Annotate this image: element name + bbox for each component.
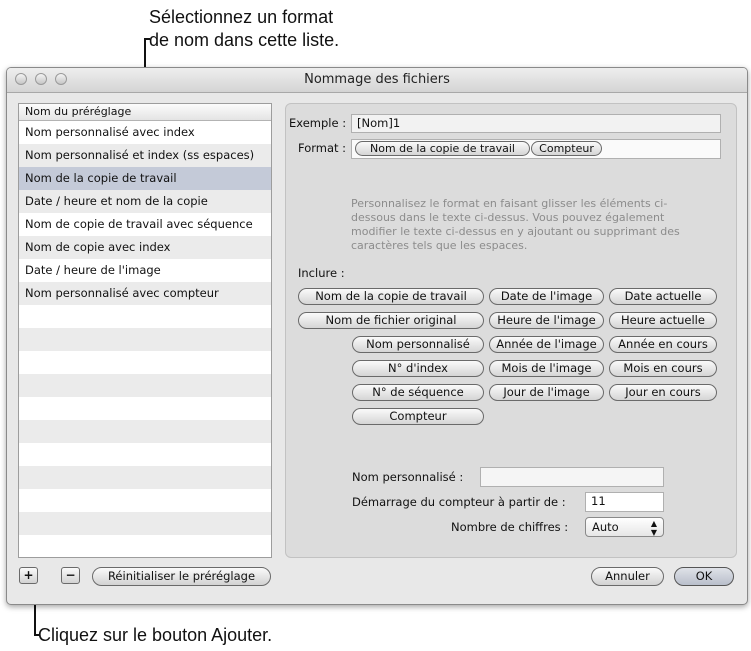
token-version-name[interactable]: Nom de la copie de travail <box>298 288 484 305</box>
format-label: Format : <box>298 141 347 155</box>
counter-start-label: Démarrage du compteur à partir de : <box>352 495 566 509</box>
preset-item[interactable]: Date / heure de l'image <box>19 259 271 282</box>
token-image-time[interactable]: Heure de l'image <box>489 312 604 329</box>
token-sequence-number[interactable]: N° de séquence <box>352 384 484 401</box>
token-index-number[interactable]: N° d'index <box>352 360 484 377</box>
callout-add-button: Cliquez sur le bouton Ajouter. <box>38 625 273 645</box>
example-label: Exemple : <box>289 116 347 130</box>
token-original-filename[interactable]: Nom de fichier original <box>298 312 484 329</box>
token-image-month[interactable]: Mois de l'image <box>489 360 604 377</box>
token-image-day[interactable]: Jour de l'image <box>489 384 604 401</box>
title-bar: Nommage des fichiers <box>7 68 747 93</box>
token-current-time[interactable]: Heure actuelle <box>609 312 717 329</box>
token-image-year[interactable]: Année de l'image <box>489 336 604 353</box>
token-image-date[interactable]: Date de l'image <box>489 288 604 305</box>
preset-item[interactable]: Nom de copie de travail avec séquence <box>19 213 271 236</box>
naming-window: Nommage des fichiers Nom du préréglage N… <box>6 67 748 605</box>
format-token-counter[interactable]: Compteur <box>531 141 602 156</box>
digits-select[interactable]: Auto ▲ ▼ <box>585 517 664 537</box>
leader-line-top-tick <box>144 38 150 40</box>
token-current-year[interactable]: Année en cours <box>609 336 717 353</box>
callout-select-format: Sélectionnez un format de nom dans cette… <box>149 6 339 52</box>
preset-item[interactable]: Nom personnalisé avec index <box>19 121 271 144</box>
cancel-button[interactable]: Annuler <box>591 567 664 586</box>
callout-top-line1: Sélectionnez un format <box>149 7 334 27</box>
format-hint: Personnalisez le format en faisant gliss… <box>351 197 680 252</box>
token-counter[interactable]: Compteur <box>352 408 484 425</box>
preset-item[interactable]: Nom personnalisé et index (ss espaces) <box>19 144 271 167</box>
preset-list-header[interactable]: Nom du préréglage <box>19 104 271 121</box>
ok-button[interactable]: OK <box>674 567 734 586</box>
leader-line-bottom-tick <box>34 634 40 636</box>
add-preset-button[interactable]: + <box>19 567 38 584</box>
custom-name-input[interactable] <box>480 467 664 487</box>
counter-start-input[interactable]: 11 <box>585 492 664 512</box>
custom-name-label: Nom personnalisé : <box>352 470 464 484</box>
preset-item[interactable]: Nom personnalisé avec compteur <box>19 282 271 305</box>
token-current-date[interactable]: Date actuelle <box>609 288 717 305</box>
token-current-month[interactable]: Mois en cours <box>609 360 717 377</box>
preset-item-selected[interactable]: Nom de la copie de travail <box>19 167 271 190</box>
reset-preset-button[interactable]: Réinitialiser le préréglage <box>92 567 271 586</box>
preset-item[interactable]: Nom de copie avec index <box>19 236 271 259</box>
digits-select-value: Auto <box>592 520 619 534</box>
preset-item[interactable]: Date / heure et nom de la copie <box>19 190 271 213</box>
preset-rows: Nom personnalisé avec index Nom personna… <box>19 121 271 557</box>
callout-top-line2: de nom dans cette liste. <box>149 30 340 50</box>
updown-arrows-icon: ▲ ▼ <box>650 519 657 537</box>
remove-preset-button[interactable]: − <box>61 567 80 584</box>
format-panel: Exemple : [Nom]1 Format : Nom de la copi… <box>285 103 737 558</box>
digits-label: Nombre de chiffres : <box>451 520 569 534</box>
include-label: Inclure : <box>298 266 345 280</box>
example-field: [Nom]1 <box>351 114 721 133</box>
preset-list[interactable]: Nom du préréglage Nom personnalisé avec … <box>18 103 272 558</box>
format-field[interactable]: Nom de la copie de travail Compteur <box>351 139 721 159</box>
token-current-day[interactable]: Jour en cours <box>609 384 717 401</box>
format-token-version-name[interactable]: Nom de la copie de travail <box>355 141 530 156</box>
token-custom-name[interactable]: Nom personnalisé <box>352 336 484 353</box>
window-title: Nommage des fichiers <box>304 72 450 87</box>
